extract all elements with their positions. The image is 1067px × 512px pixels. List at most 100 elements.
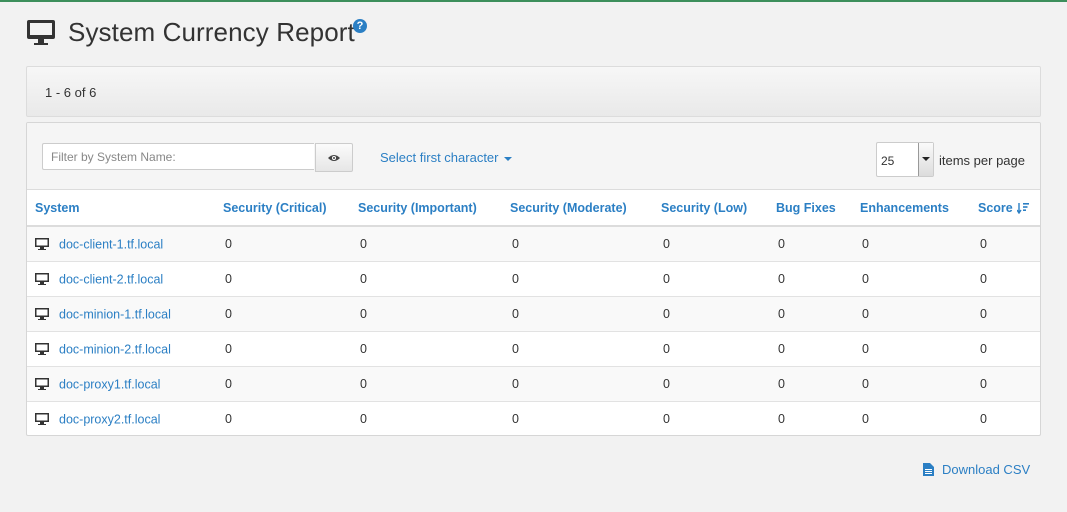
bugfixes-cell: 0 [776,261,860,297]
column-header-security-moderate[interactable]: Security (Moderate) [510,190,661,227]
critical-cell: 0 [223,331,358,367]
enhancements-cell: 0 [862,412,869,426]
table-row: doc-client-2.tf.local 0 0 0 0 0 0 0 [27,261,1040,297]
bugfixes-cell: 0 [778,412,785,426]
top-accent-line [0,0,1067,2]
system-currency-table: System Security (Critical) Security (Imp… [27,190,1040,436]
critical-cell: 0 [223,261,358,297]
moderate-cell: 0 [510,331,661,367]
table-header-row: System Security (Critical) Security (Imp… [27,190,1040,227]
important-cell: 0 [358,296,510,332]
table-row: doc-minion-2.tf.local 0 0 0 0 0 0 0 [27,331,1040,367]
important-cell: 0 [358,331,510,367]
bugfixes-cell: 0 [776,296,860,332]
system-link[interactable]: doc-proxy1.tf.local [59,377,160,391]
desktop-system-icon [35,343,49,356]
desktop-system-icon [35,308,49,321]
enhancements-cell: 0 [860,331,978,367]
system-name-filter-input[interactable] [42,143,314,170]
items-per-page-label: items per page [939,153,1025,168]
select-first-character-dropdown[interactable]: Select first character [380,150,512,165]
moderate-cell: 0 [512,412,519,426]
table-toolbar: Select first character 25 items per page [27,123,1040,190]
system-link[interactable]: doc-proxy2.tf.local [59,412,160,426]
low-cell: 0 [661,226,776,262]
system-cell: doc-minion-2.tf.local [27,331,223,367]
system-cell: doc-minion-1.tf.local [27,296,223,332]
score-cell: 0 [978,261,1040,297]
low-cell: 0 [661,331,776,367]
desktop-system-icon [35,378,49,391]
system-cell: doc-proxy2.tf.local [27,402,223,436]
column-header-security-important[interactable]: Security (Important) [358,190,510,227]
column-header-security-critical[interactable]: Security (Critical) [223,190,358,227]
file-csv-icon [923,463,934,476]
score-cell: 0 [978,296,1040,332]
desktop-system-icon [35,413,49,426]
desktop-monitor-icon [27,20,55,45]
critical-cell: 0 [223,296,358,332]
score-cell: 0 [978,226,1040,262]
moderate-cell: 0 [510,296,661,332]
important-cell: 0 [358,226,510,262]
dropdown-arrow-icon[interactable] [918,143,933,176]
column-header-security-low[interactable]: Security (Low) [661,190,776,227]
bugfixes-cell: 0 [776,226,860,262]
page-title: System Currency Report [68,16,355,47]
critical-cell: 0 [223,226,358,262]
bugfixes-cell: 0 [776,331,860,367]
important-cell: 0 [358,261,510,297]
enhancements-cell: 0 [860,261,978,297]
pagination-bar: 1 - 6 of 6 [26,66,1041,117]
column-header-enhancements[interactable]: Enhancements [860,190,978,227]
column-header-score[interactable]: Score [978,190,1040,227]
system-cell: doc-client-1.tf.local [27,226,223,262]
moderate-cell: 0 [510,261,661,297]
select-first-character-label: Select first character [380,150,499,165]
low-cell: 0 [661,296,776,332]
table-row: doc-minion-1.tf.local 0 0 0 0 0 0 0 [27,296,1040,332]
eye-icon [328,154,340,161]
pagination-summary: 1 - 6 of 6 [45,85,97,100]
bugfixes-cell: 0 [776,366,860,402]
important-cell: 0 [358,366,510,402]
items-per-page-select[interactable]: 25 [876,142,934,177]
table-row: doc-proxy2.tf.local 0 0 0 0 0 0 0 [27,402,1040,436]
column-header-system[interactable]: System [27,190,223,227]
system-cell: doc-client-2.tf.local [27,261,223,297]
chevron-down-icon [503,156,512,161]
moderate-cell: 0 [510,226,661,262]
table-row: doc-proxy1.tf.local 0 0 0 0 0 0 0 [27,366,1040,402]
important-cell: 0 [360,412,367,426]
score-cell: 0 [978,366,1040,402]
enhancements-cell: 0 [860,366,978,402]
critical-cell: 0 [223,366,358,402]
column-header-bug-fixes[interactable]: Bug Fixes [776,190,860,227]
low-cell: 0 [661,366,776,402]
score-cell: 0 [978,331,1040,367]
desktop-system-icon [35,273,49,286]
page-header: System Currency Report [26,14,355,50]
download-csv-label: Download CSV [942,462,1031,477]
enhancements-cell: 0 [860,226,978,262]
system-link[interactable]: doc-client-2.tf.local [59,272,163,286]
system-cell: doc-proxy1.tf.local [27,366,223,402]
score-cell: 0 [980,412,987,426]
report-panel: Select first character 25 items per page… [26,122,1041,436]
system-link[interactable]: doc-minion-2.tf.local [59,342,171,356]
download-csv-link[interactable]: Download CSV [923,462,1030,477]
sort-descending-icon [1016,203,1029,215]
table-row: doc-client-1.tf.local 0 0 0 0 0 0 0 [27,226,1040,262]
moderate-cell: 0 [510,366,661,402]
items-per-page-value: 25 [881,154,895,168]
table-body: doc-client-1.tf.local 0 0 0 0 0 0 0 doc-client-2… [27,226,1040,436]
system-link[interactable]: doc-client-1.tf.local [59,237,163,251]
enhancements-cell: 0 [860,296,978,332]
desktop-system-icon [35,238,49,251]
low-cell: 0 [661,261,776,297]
critical-cell: 0 [225,412,232,426]
question-circle-icon[interactable]: ? [353,19,367,33]
low-cell: 0 [663,412,670,426]
filter-apply-button[interactable] [315,143,353,172]
system-link[interactable]: doc-minion-1.tf.local [59,307,171,321]
